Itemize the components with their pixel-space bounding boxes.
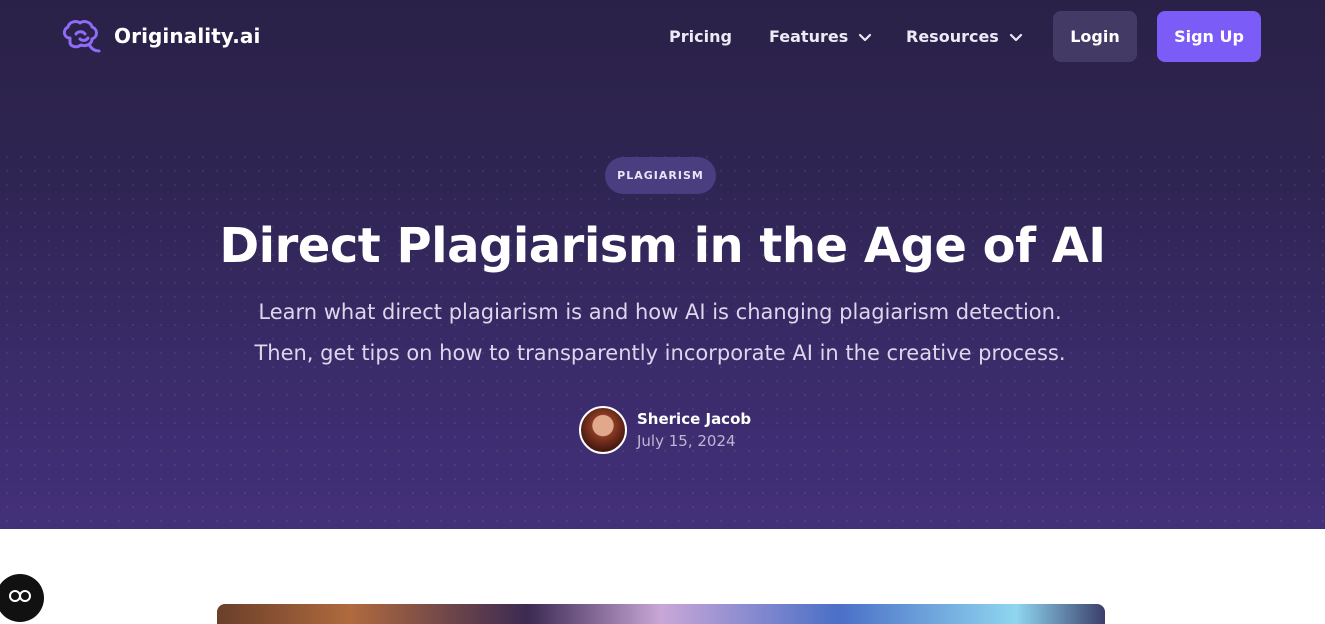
author-name[interactable]: Sherice Jacob <box>637 410 751 428</box>
nav-features[interactable]: Features <box>769 24 872 48</box>
category-badge[interactable]: PLAGIARISM <box>605 157 716 194</box>
nav-pricing[interactable]: Pricing <box>669 24 732 48</box>
article-hero-image <box>217 604 1105 624</box>
nav-pricing-label: Pricing <box>669 26 732 46</box>
accessibility-icon <box>8 589 32 607</box>
login-button[interactable]: Login <box>1053 11 1137 62</box>
nav-features-label: Features <box>769 26 849 46</box>
author-block[interactable]: Sherice Jacob July 15, 2024 <box>579 405 751 455</box>
brand-logo[interactable]: Originality.ai <box>60 17 260 55</box>
chevron-down-icon <box>1009 29 1023 43</box>
nav-resources[interactable]: Resources <box>906 24 1023 48</box>
brain-logo-icon <box>60 18 106 54</box>
brand-name: Originality.ai <box>114 24 261 48</box>
subtitle-line-1: Learn what direct plagiarism is and how … <box>258 300 1062 324</box>
accessibility-button[interactable] <box>0 574 44 622</box>
chevron-down-icon <box>858 29 872 43</box>
hero-section: Originality.ai Pricing Features Resource… <box>0 0 1325 529</box>
signup-button[interactable]: Sign Up <box>1157 11 1261 62</box>
subtitle-line-2: Then, get tips on how to transparently i… <box>254 341 1066 365</box>
author-meta: Sherice Jacob July 15, 2024 <box>637 410 751 450</box>
avatar[interactable] <box>579 406 627 454</box>
article-subtitle: Learn what direct plagiarism is and how … <box>200 292 1120 374</box>
nav-resources-label: Resources <box>906 26 999 46</box>
publish-date: July 15, 2024 <box>637 432 736 450</box>
article-title: Direct Plagiarism in the Age of AI <box>219 218 1106 274</box>
